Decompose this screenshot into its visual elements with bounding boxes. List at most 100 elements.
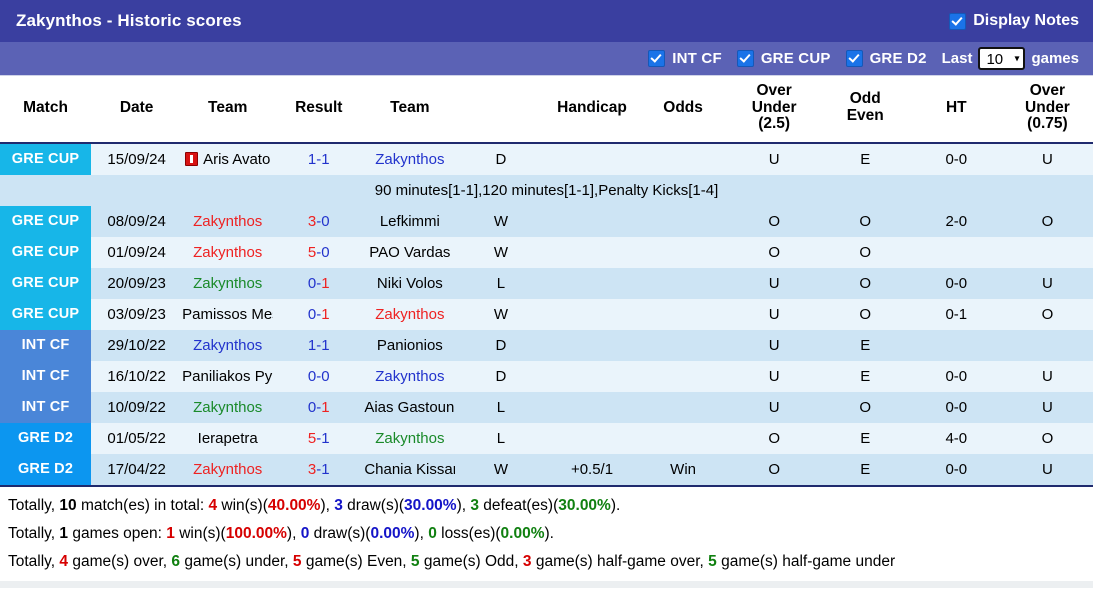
col-home-team[interactable]: Team bbox=[182, 76, 274, 144]
row-away-team[interactable]: Zakynthos bbox=[364, 142, 456, 175]
row-result[interactable]: 1-1 bbox=[273, 142, 365, 175]
filter-gre-cup[interactable]: GRE CUP bbox=[736, 50, 831, 67]
home-team-name: Paniliakos Pyrgos bbox=[182, 367, 273, 385]
competition-badge[interactable]: GRE D2 bbox=[0, 422, 92, 454]
games-count-select[interactable]: 510152030 bbox=[978, 47, 1026, 70]
competition-badge[interactable]: GRE D2 bbox=[0, 453, 92, 485]
games-count-select-wrap[interactable]: 510152030 ▾ bbox=[978, 47, 1026, 70]
filter-gre-d2-checkbox[interactable] bbox=[845, 50, 863, 67]
row-competition-cell[interactable]: GRE CUP bbox=[0, 267, 92, 299]
competition-badge[interactable]: GRE CUP bbox=[0, 298, 92, 330]
row-handicap bbox=[546, 298, 638, 330]
row-home-team[interactable]: Ierapetra bbox=[182, 422, 274, 454]
score-away: 0 bbox=[321, 243, 330, 261]
row-home-team[interactable]: Aris Avato bbox=[182, 142, 274, 175]
filter-int-cf-label: INT CF bbox=[672, 50, 722, 67]
ou075-under: Under bbox=[1025, 98, 1070, 116]
row-home-team[interactable]: Zakynthos bbox=[182, 391, 274, 423]
col-odd-even[interactable]: Odd Even bbox=[819, 76, 911, 144]
competition-badge[interactable]: INT CF bbox=[0, 360, 92, 392]
display-notes-checkbox[interactable] bbox=[949, 12, 967, 30]
display-notes-toggle[interactable]: Display Notes bbox=[949, 12, 1079, 30]
row-result[interactable]: 1-1 bbox=[273, 329, 365, 361]
row-home-team[interactable]: Zakynthos bbox=[182, 329, 274, 361]
row-over-under-075: U bbox=[1001, 267, 1093, 299]
score-home: 0 bbox=[307, 305, 317, 323]
col-away-team[interactable]: Team bbox=[364, 76, 456, 144]
row-competition-cell[interactable]: INT CF bbox=[0, 329, 92, 361]
row-away-team[interactable]: Lefkimmi bbox=[364, 205, 456, 237]
games-label: games bbox=[1031, 50, 1079, 67]
filter-gre-cup-checkbox[interactable] bbox=[736, 50, 754, 67]
table-row[interactable]: INT CF 10/09/22 Zakynthos 0-1 Aias Gastounis… bbox=[0, 391, 1093, 423]
competition-badge[interactable]: INT CF bbox=[0, 391, 92, 423]
row-competition-cell[interactable]: GRE D2 bbox=[0, 422, 92, 454]
table-row[interactable]: GRE CUP 08/09/24 Zakynthos 3-0 Lefkimmi W O O 2-… bbox=[0, 205, 1093, 237]
s3-odd-word: game(s) Odd, bbox=[419, 553, 523, 571]
row-away-team[interactable]: Chania Kissamikos* bbox=[364, 453, 456, 485]
row-away-team[interactable]: Niki Volos bbox=[364, 267, 456, 299]
row-home-team[interactable]: Pamissos Messinis bbox=[182, 298, 274, 330]
score-away: 1 bbox=[321, 429, 330, 447]
row-home-team[interactable]: Zakynthos bbox=[182, 236, 274, 268]
table-row[interactable]: INT CF16/10/22Paniliakos Pyrgos0-0Zakynt… bbox=[0, 360, 1093, 392]
col-date[interactable]: Date bbox=[91, 76, 183, 144]
row-competition-cell[interactable]: GRE CUP bbox=[0, 205, 92, 237]
col-match[interactable]: Match bbox=[0, 76, 92, 144]
competition-badge[interactable]: INT CF bbox=[0, 329, 92, 361]
row-date: 03/09/23 bbox=[91, 298, 183, 330]
row-result[interactable]: 5-0 bbox=[273, 236, 365, 268]
filter-int-cf[interactable]: INT CF bbox=[648, 50, 722, 67]
row-result[interactable]: 5-1 bbox=[273, 422, 365, 454]
row-result[interactable]: 0-1 bbox=[273, 267, 365, 299]
s1-sep1: ), bbox=[320, 496, 335, 514]
table-row[interactable]: GRE CUP 01/09/24 Zakynthos 5-0 PAO Vardas W O O bbox=[0, 236, 1093, 268]
row-competition-cell[interactable]: GRE CUP bbox=[0, 236, 92, 268]
row-competition-cell[interactable]: GRE CUP bbox=[0, 142, 92, 175]
row-away-team[interactable]: Zakynthos bbox=[364, 422, 456, 454]
row-away-team[interactable]: Zakynthos bbox=[364, 298, 456, 330]
col-result[interactable]: Result bbox=[273, 76, 365, 144]
row-competition-cell[interactable]: GRE D2 bbox=[0, 453, 92, 485]
col-over-under-075[interactable]: Over Under (0.75) bbox=[1001, 76, 1093, 144]
row-home-team[interactable]: Zakynthos bbox=[182, 267, 274, 299]
col-handicap[interactable]: Handicap bbox=[546, 76, 638, 144]
ou25-value: (2.5) bbox=[758, 115, 791, 133]
competition-badge[interactable]: GRE CUP bbox=[0, 143, 92, 175]
table-row[interactable]: INT CF 29/10/22 Zakynthos 1-1 Panionios D U E bbox=[0, 329, 1093, 361]
filter-gre-d2[interactable]: GRE D2 bbox=[845, 50, 927, 67]
competition-badge[interactable]: GRE CUP bbox=[0, 267, 92, 299]
row-away-team[interactable]: PAO Vardas bbox=[364, 236, 456, 268]
row-result[interactable]: 0-0 bbox=[273, 360, 365, 392]
row-home-team[interactable]: Paniliakos Pyrgos bbox=[182, 360, 274, 392]
row-away-team[interactable]: Zakynthos bbox=[364, 360, 456, 392]
row-home-team[interactable]: Zakynthos bbox=[182, 205, 274, 237]
row-away-team[interactable]: Panionios bbox=[364, 329, 456, 361]
row-half-time bbox=[910, 236, 1002, 268]
col-ht[interactable]: HT bbox=[910, 76, 1002, 144]
table-row[interactable]: GRE D217/04/22 Zakynthos 3-1Chania Kissami… bbox=[0, 453, 1093, 485]
summary-line-overunder: Totally, 4 game(s) over, 6 game(s) under… bbox=[8, 550, 1085, 573]
row-result[interactable]: 3-0 bbox=[273, 205, 365, 237]
table-row[interactable]: GRE D2 01/05/22 Ierapetra 5-1 Zakynthos L O E 4-… bbox=[0, 422, 1093, 454]
bottom-spacer bbox=[0, 581, 1093, 589]
row-odds bbox=[637, 422, 729, 454]
row-result[interactable]: 3-1 bbox=[273, 453, 365, 485]
row-result[interactable]: 0-1 bbox=[273, 391, 365, 423]
col-over-under-25[interactable]: Over Under (2.5) bbox=[728, 76, 820, 144]
row-competition-cell[interactable]: INT CF bbox=[0, 360, 92, 392]
filter-int-cf-checkbox[interactable] bbox=[648, 50, 666, 67]
row-result[interactable]: 0-1 bbox=[273, 298, 365, 330]
table-row[interactable]: GRE CUP 15/09/24 Aris Avato 1-1 Zakynthos D U E… bbox=[0, 142, 1093, 175]
row-away-team[interactable]: Aias Gastounis bbox=[364, 391, 456, 423]
table-row[interactable]: GRE CUP 20/09/23 Zakynthos 0-1 Niki Volos L U O… bbox=[0, 267, 1093, 299]
table-row[interactable]: GRE CUP03/09/23Pamissos Messinis0-1Zakyn… bbox=[0, 298, 1093, 330]
row-competition-cell[interactable]: INT CF bbox=[0, 391, 92, 423]
competition-badge[interactable]: GRE CUP bbox=[0, 236, 92, 268]
row-competition-cell[interactable]: GRE CUP bbox=[0, 298, 92, 330]
row-home-team[interactable]: Zakynthos bbox=[182, 453, 274, 485]
competition-badge[interactable]: GRE CUP bbox=[0, 205, 92, 237]
s1-draws-word: draw(s)( bbox=[342, 496, 405, 514]
col-odds[interactable]: Odds bbox=[637, 76, 729, 144]
row-odd-even: O bbox=[819, 236, 911, 268]
